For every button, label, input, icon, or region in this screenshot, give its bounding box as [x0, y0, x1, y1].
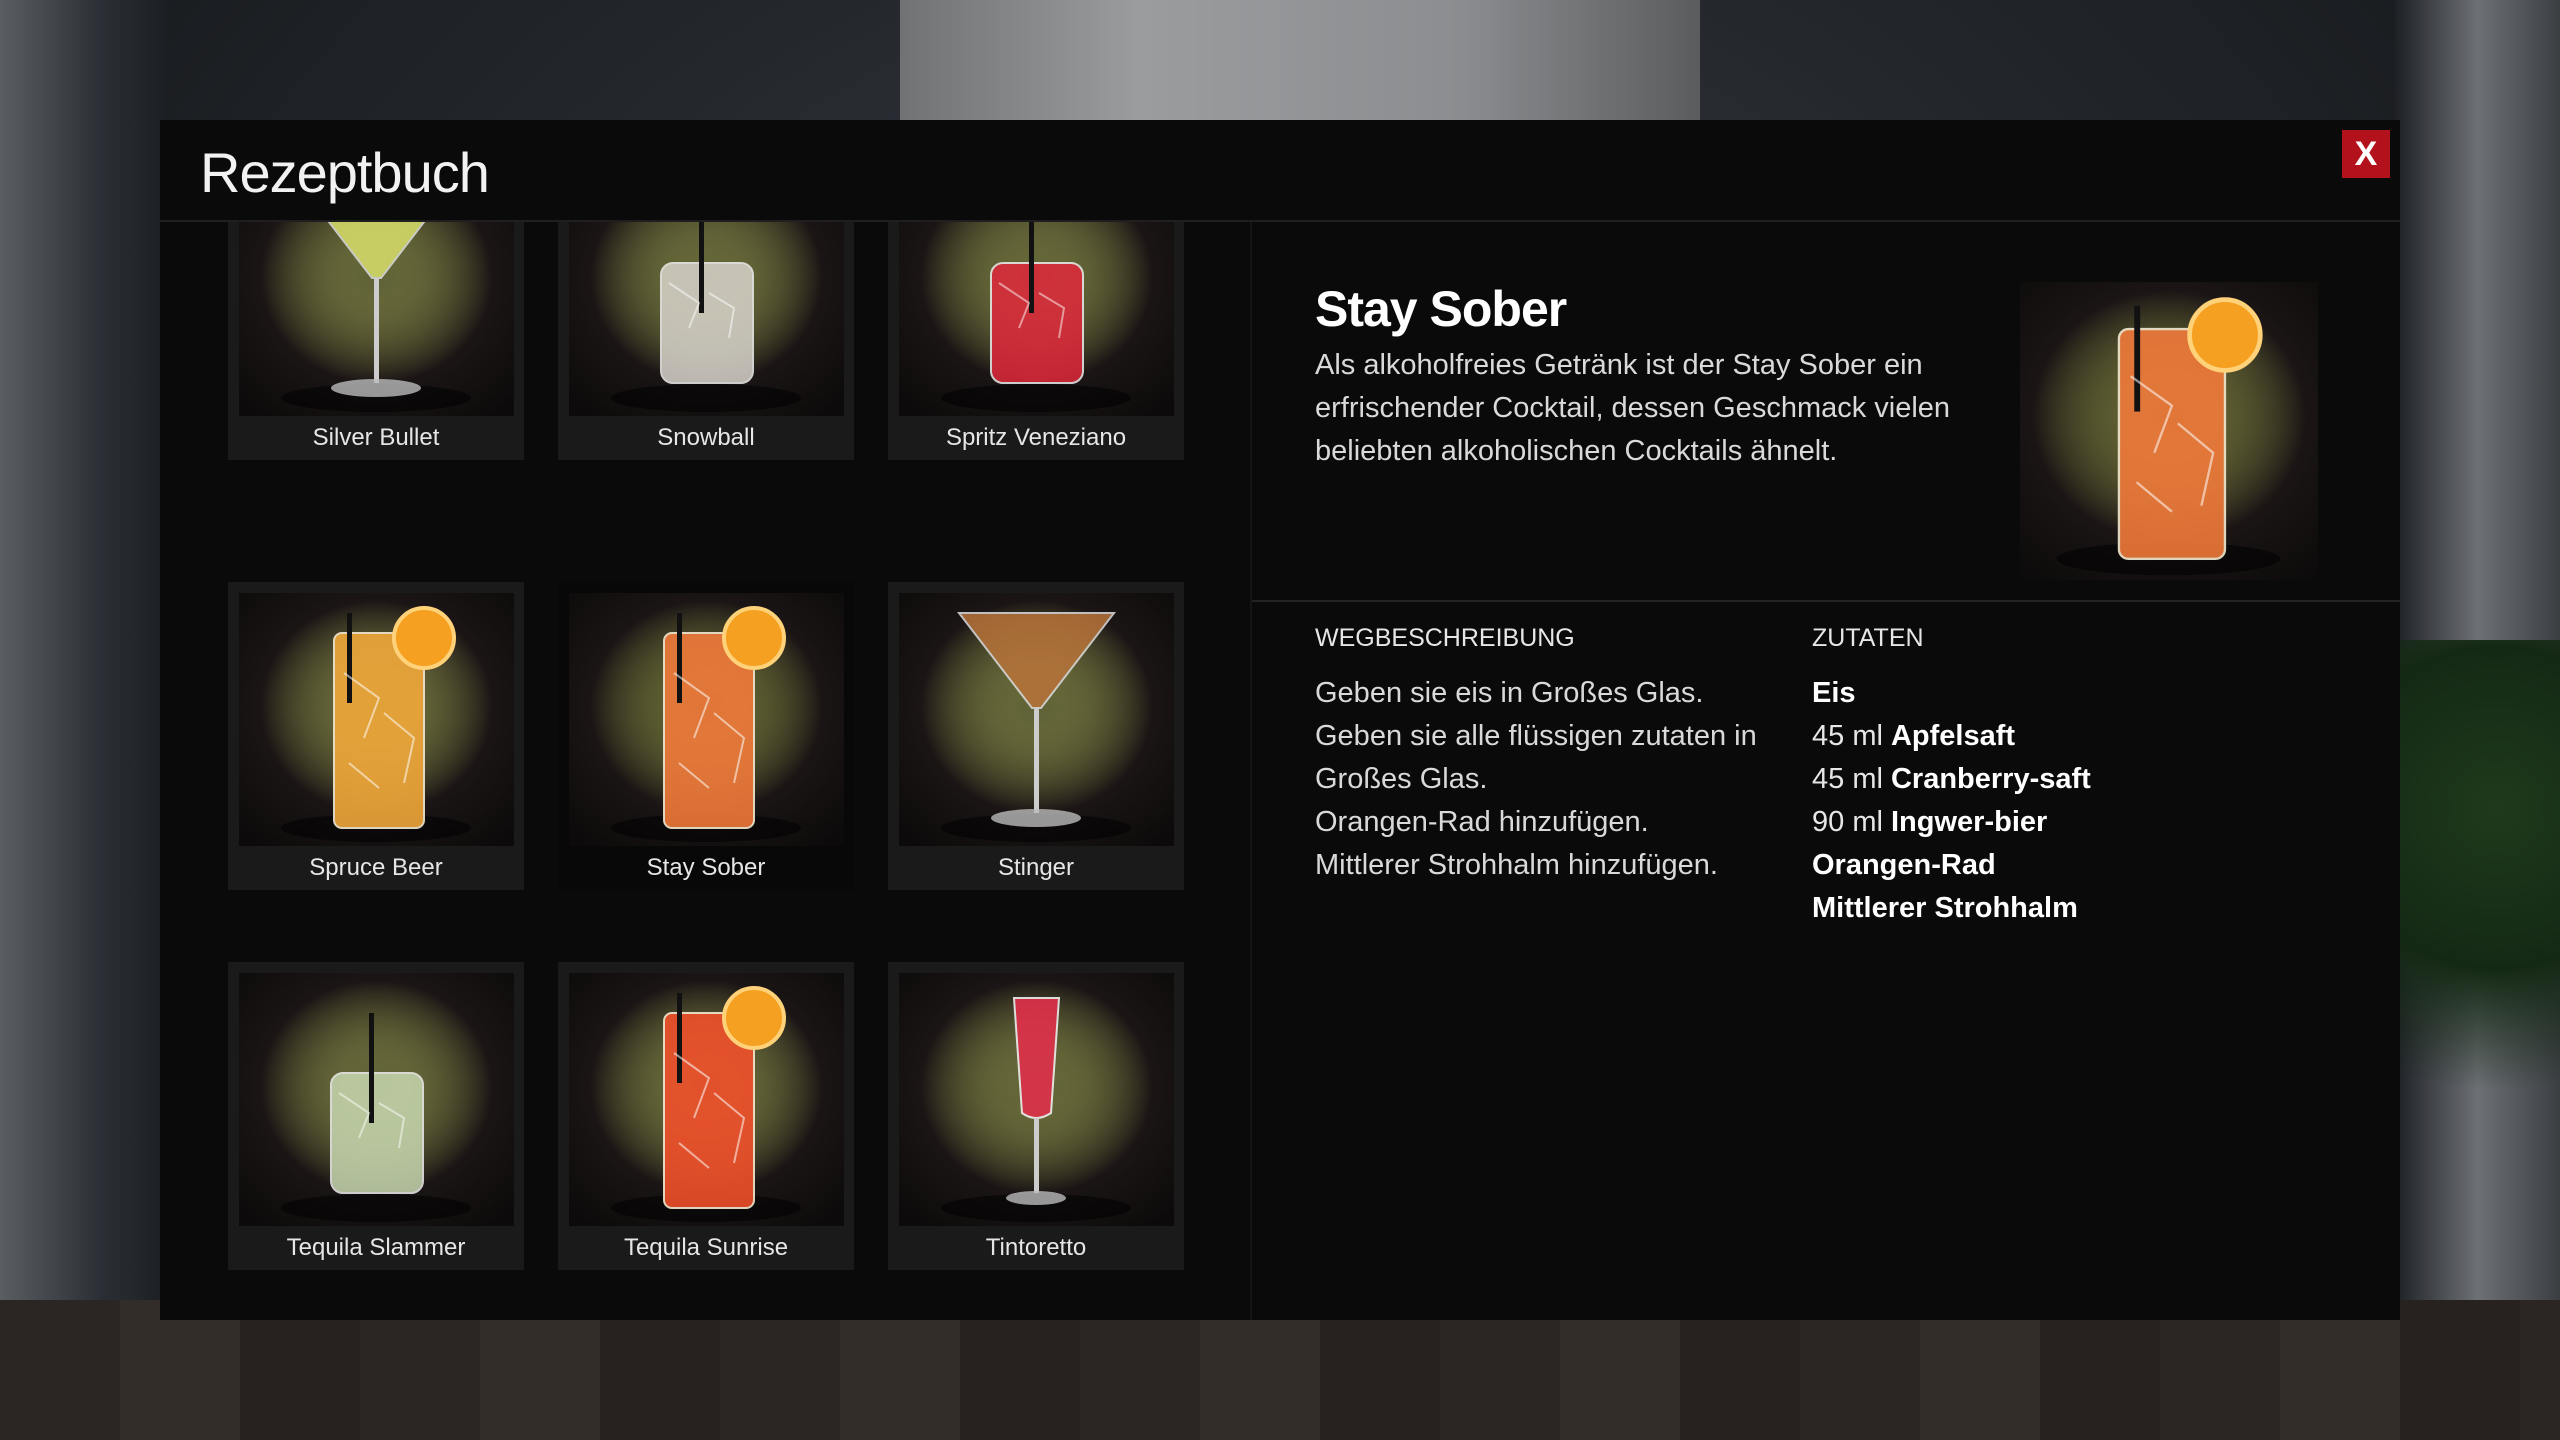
- recipe-card[interactable]: Spritz Veneziano: [888, 222, 1184, 460]
- ingredient-name: Mittlerer Strohhalm: [1812, 892, 2078, 924]
- recipe-card[interactable]: Tequila Sunrise: [558, 962, 854, 1270]
- detail-cocktail-image: [2020, 282, 2318, 580]
- detail-title: Stay Sober: [1315, 281, 1567, 337]
- cocktail-thumbnail: [569, 593, 844, 846]
- recipe-card-label: Stay Sober: [646, 854, 766, 881]
- cocktail-thumbnail: [239, 593, 514, 846]
- recipe-card-label: Snowball: [657, 424, 755, 451]
- recipe-card-label: Tintoretto: [985, 1234, 1087, 1261]
- cocktail-thumbnail: [239, 973, 514, 1226]
- recipe-book-panel: Rezeptbuch X Silver Bullet Snowball Spritz…: [160, 120, 2400, 1320]
- detail-description: Als alkoholfreies Getränk ist der Stay S…: [1315, 349, 1951, 467]
- cocktail-thumbnail: [899, 593, 1174, 846]
- recipe-card-label: Tequila Slammer: [286, 1234, 466, 1261]
- direction-step: Geben sie alle flüssigen zutaten in Groß…: [1315, 720, 1757, 795]
- background-doorframe: [900, 0, 1700, 140]
- recipe-card-label: Stinger: [997, 854, 1075, 881]
- direction-step: Orangen-Rad hinzufügen.: [1315, 806, 1649, 838]
- background-window-left: [0, 0, 170, 1440]
- panel-title: Rezeptbuch: [200, 141, 490, 204]
- directions-list: Geben sie eis in Großes Glas. Geben sie …: [1315, 672, 1785, 887]
- close-button[interactable]: X: [2342, 130, 2390, 178]
- ingredient-item: Mittlerer Strohhalm: [1812, 887, 2312, 930]
- recipe-card-label: Silver Bullet: [312, 424, 440, 451]
- recipe-grid[interactable]: Silver Bullet Snowball Spritz Veneziano Spr…: [160, 222, 1252, 1320]
- ingredient-name: Cranberry-saft: [1890, 763, 2091, 795]
- ingredients-list: Eis 45 ml Apfelsaft 45 ml Cranberry-saft…: [1812, 672, 2312, 930]
- background-plant: [2400, 640, 2560, 1200]
- ingredient-amount: 45 ml: [1812, 763, 1883, 795]
- recipe-card[interactable]: Stinger: [888, 582, 1184, 890]
- cocktail-thumbnail: [899, 222, 1174, 416]
- recipe-card-label: Tequila Sunrise: [623, 1234, 789, 1261]
- ingredients-heading: ZUTATEN: [1812, 624, 1924, 652]
- cocktail-thumbnail: [569, 222, 844, 416]
- ingredient-item: 90 ml Ingwer-bier: [1812, 801, 2312, 844]
- recipe-card-label: Spruce Beer: [309, 854, 443, 881]
- ingredient-name: Eis: [1812, 677, 1856, 709]
- recipe-card[interactable]: Silver Bullet: [228, 222, 524, 460]
- recipe-card[interactable]: Spruce Beer: [228, 582, 524, 890]
- recipe-card[interactable]: Stay Sober: [558, 582, 854, 890]
- panel-header: Rezeptbuch X: [160, 120, 2400, 222]
- ingredient-item: 45 ml Cranberry-saft: [1812, 758, 2312, 801]
- recipe-detail: Stay Sober Als alkoholfreies Getränk ist…: [1252, 222, 2400, 1320]
- recipe-card-label: Spritz Veneziano: [945, 424, 1127, 451]
- cocktail-thumbnail: [569, 973, 844, 1226]
- cocktail-thumbnail: [239, 222, 514, 416]
- ingredient-name: Orangen-Rad: [1812, 849, 1996, 881]
- recipe-card[interactable]: Tintoretto: [888, 962, 1184, 1270]
- ingredient-item: 45 ml Apfelsaft: [1812, 715, 2312, 758]
- direction-step: Mittlerer Strohhalm hinzufügen.: [1315, 849, 1718, 881]
- directions-heading: WEGBESCHREIBUNG: [1315, 624, 1575, 652]
- background-floor: [0, 1300, 2560, 1440]
- ingredient-item: Eis: [1812, 672, 2312, 715]
- recipe-card[interactable]: Snowball: [558, 222, 854, 460]
- cocktail-thumbnail: [899, 973, 1174, 1226]
- direction-step: Geben sie eis in Großes Glas.: [1315, 677, 1704, 709]
- ingredient-amount: 90 ml: [1812, 806, 1883, 838]
- ingredient-name: Apfelsaft: [1890, 720, 2016, 752]
- ingredient-item: Orangen-Rad: [1812, 844, 2312, 887]
- ingredient-amount: 45 ml: [1812, 720, 1883, 752]
- recipe-card[interactable]: Tequila Slammer: [228, 962, 524, 1270]
- detail-divider: [1252, 600, 2400, 602]
- ingredient-name: Ingwer-bier: [1890, 806, 2048, 838]
